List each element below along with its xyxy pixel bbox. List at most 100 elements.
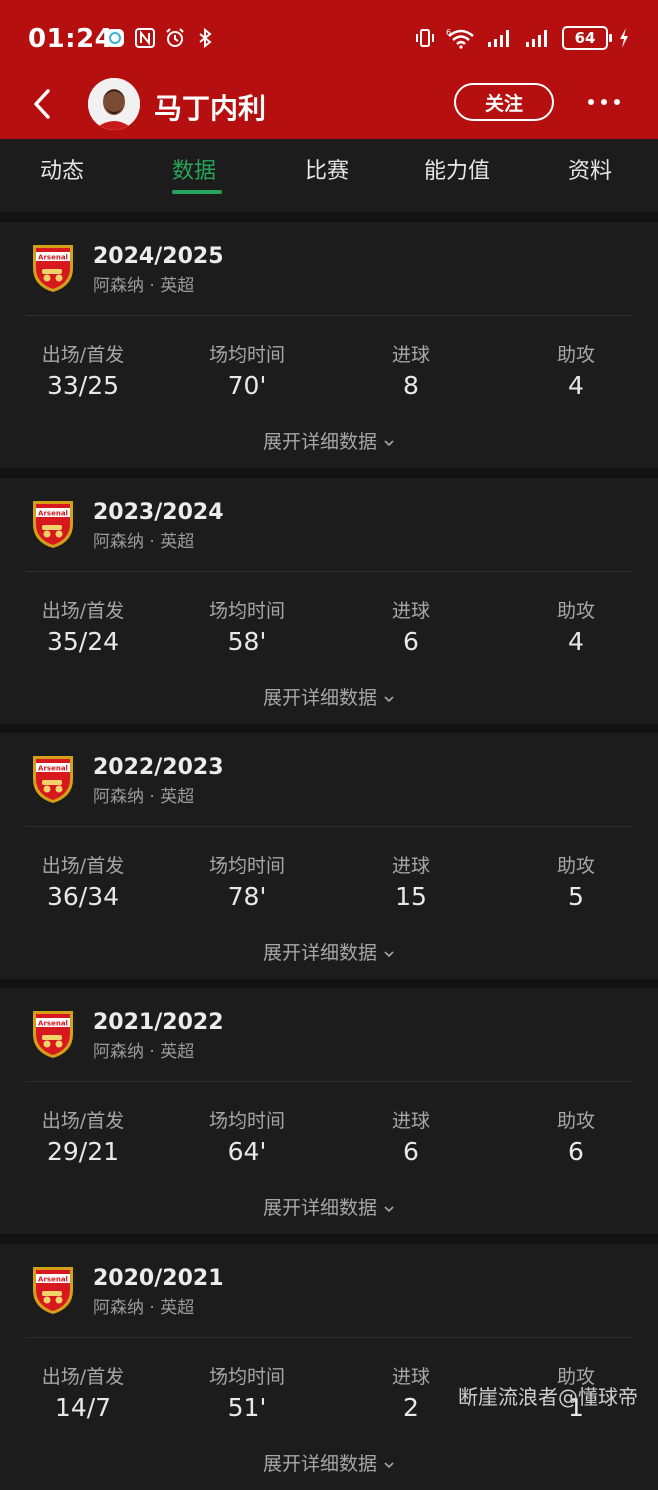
arsenal-crest-icon: Arsenal: [33, 245, 73, 292]
season-label: 2023/2024: [93, 500, 224, 525]
chevron-down-icon: [384, 439, 394, 446]
expand-details-button[interactable]: 展开详细数据: [0, 1449, 658, 1476]
assists-value: 4: [568, 627, 584, 656]
back-button[interactable]: [28, 86, 58, 122]
assists-stat: 助攻 5: [506, 851, 646, 911]
nfc-icon: [134, 27, 156, 49]
status-time: 01:24: [28, 24, 114, 54]
expand-label: 展开详细数据: [262, 431, 377, 453]
arsenal-crest-icon: Arsenal: [33, 501, 73, 548]
player-avatar[interactable]: [88, 78, 140, 130]
club-league-label: 阿森纳 · 英超: [93, 1042, 195, 1062]
tab-profile[interactable]: 资料: [568, 153, 612, 185]
season-card: Arsenal 2021/2022 阿森纳 · 英超 出场/首发 29/21 场…: [0, 988, 658, 1234]
goals-stat: 进球 15: [341, 851, 481, 911]
apps-value: 35/24: [46, 627, 120, 656]
chevron-down-icon: [384, 1461, 394, 1468]
assists-stat: 助攻 4: [506, 596, 646, 656]
goals-stat: 进球 8: [341, 340, 481, 400]
goals-stat: 进球 6: [341, 1106, 481, 1166]
assists-stat: 助攻 4: [506, 340, 646, 400]
wifi-icon: 6: [446, 27, 476, 49]
tab-ability[interactable]: 能力值: [424, 153, 490, 185]
avg-time-value: 64': [227, 1137, 267, 1166]
charging-icon: [618, 27, 630, 49]
assists-value: 5: [568, 882, 584, 911]
card-divider: [26, 315, 632, 316]
avg-time-stat: 场均时间 64': [177, 1106, 317, 1166]
avg-time-value: 58': [227, 627, 267, 656]
arsenal-crest-icon: Arsenal: [33, 1011, 73, 1058]
assists-stat: 助攻 6: [506, 1106, 646, 1166]
bluetooth-icon: [194, 27, 216, 49]
more-options-button[interactable]: [586, 88, 622, 116]
season-label: 2021/2022: [93, 1010, 224, 1035]
season-card: Arsenal 2020/2021 阿森纳 · 英超 出场/首发 14/7 场均…: [0, 1244, 658, 1490]
follow-button[interactable]: 关注: [454, 83, 554, 121]
signal-icon-1: [486, 27, 514, 49]
tab-matches[interactable]: 比赛: [305, 153, 349, 185]
expand-details-button[interactable]: 展开详细数据: [0, 1193, 658, 1220]
season-label: 2020/2021: [93, 1266, 224, 1291]
tab-dynamics[interactable]: 动态: [40, 153, 84, 185]
goals-label: 进球: [391, 855, 430, 877]
assists-label: 助攻: [556, 855, 595, 877]
apps-label: 出场/首发: [41, 600, 125, 622]
goals-label: 进球: [391, 344, 430, 366]
avg-time-label: 场均时间: [208, 600, 285, 622]
apps-value: 33/25: [46, 371, 120, 400]
notification-icons: [104, 27, 216, 49]
chevron-down-icon: [384, 950, 394, 957]
apps-stat: 出场/首发 36/34: [13, 851, 153, 911]
app-header: 01:24 6 64 马丁内利 关注: [0, 0, 658, 139]
expand-details-button[interactable]: 展开详细数据: [0, 683, 658, 710]
club-league-label: 阿森纳 · 英超: [93, 276, 195, 296]
avg-time-stat: 场均时间 51': [177, 1362, 317, 1422]
avg-time-stat: 场均时间 78': [177, 851, 317, 911]
goals-stat: 进球 6: [341, 596, 481, 656]
apps-label: 出场/首发: [41, 344, 125, 366]
avg-time-value: 51': [227, 1393, 267, 1422]
goals-value: 8: [403, 371, 419, 400]
club-league-label: 阿森纳 · 英超: [93, 787, 195, 807]
arsenal-crest-icon: Arsenal: [33, 1267, 73, 1314]
svg-text:Arsenal: Arsenal: [38, 765, 68, 773]
season-card: Arsenal 2024/2025 阿森纳 · 英超 出场/首发 33/25 场…: [0, 222, 658, 468]
club-league-label: 阿森纳 · 英超: [93, 532, 195, 552]
watermark: 断崖流浪者@懂球帝: [458, 1385, 638, 1409]
goals-value: 6: [403, 1137, 419, 1166]
svg-text:Arsenal: Arsenal: [38, 510, 68, 518]
goals-label: 进球: [391, 600, 430, 622]
avg-time-label: 场均时间: [208, 855, 285, 877]
battery-indicator: 64: [562, 26, 612, 50]
more-dots-icon: [588, 99, 620, 105]
avg-time-stat: 场均时间 70': [177, 340, 317, 400]
vibrate-icon: [414, 27, 436, 49]
season-card: Arsenal 2022/2023 阿森纳 · 英超 出场/首发 36/34 场…: [0, 733, 658, 979]
tab-bar: 动态 数据 比赛 能力值 资料: [0, 139, 658, 212]
apps-value: 29/21: [46, 1137, 120, 1166]
apps-stat: 出场/首发 33/25: [13, 340, 153, 400]
assists-label: 助攻: [556, 1110, 595, 1132]
expand-label: 展开详细数据: [262, 687, 377, 709]
apps-label: 出场/首发: [41, 1110, 125, 1132]
alarm-icon: [164, 27, 186, 49]
apps-value: 36/34: [46, 882, 120, 911]
goals-value: 6: [403, 627, 419, 656]
avg-time-label: 场均时间: [208, 1110, 285, 1132]
expand-details-button[interactable]: 展开详细数据: [0, 427, 658, 454]
assists-value: 4: [568, 371, 584, 400]
svg-text:Arsenal: Arsenal: [38, 1020, 68, 1028]
card-divider: [26, 1081, 632, 1082]
tab-data[interactable]: 数据: [172, 153, 216, 185]
expand-details-button[interactable]: 展开详细数据: [0, 938, 658, 965]
apps-stat: 出场/首发 29/21: [13, 1106, 153, 1166]
arsenal-crest-icon: Arsenal: [33, 756, 73, 803]
avg-time-value: 78': [227, 882, 267, 911]
svg-text:Arsenal: Arsenal: [38, 1276, 68, 1284]
expand-label: 展开详细数据: [262, 942, 377, 964]
system-icons: 6 64: [414, 26, 630, 50]
svg-text:Arsenal: Arsenal: [38, 254, 68, 262]
season-label: 2024/2025: [93, 244, 224, 269]
club-league-label: 阿森纳 · 英超: [93, 1298, 195, 1318]
